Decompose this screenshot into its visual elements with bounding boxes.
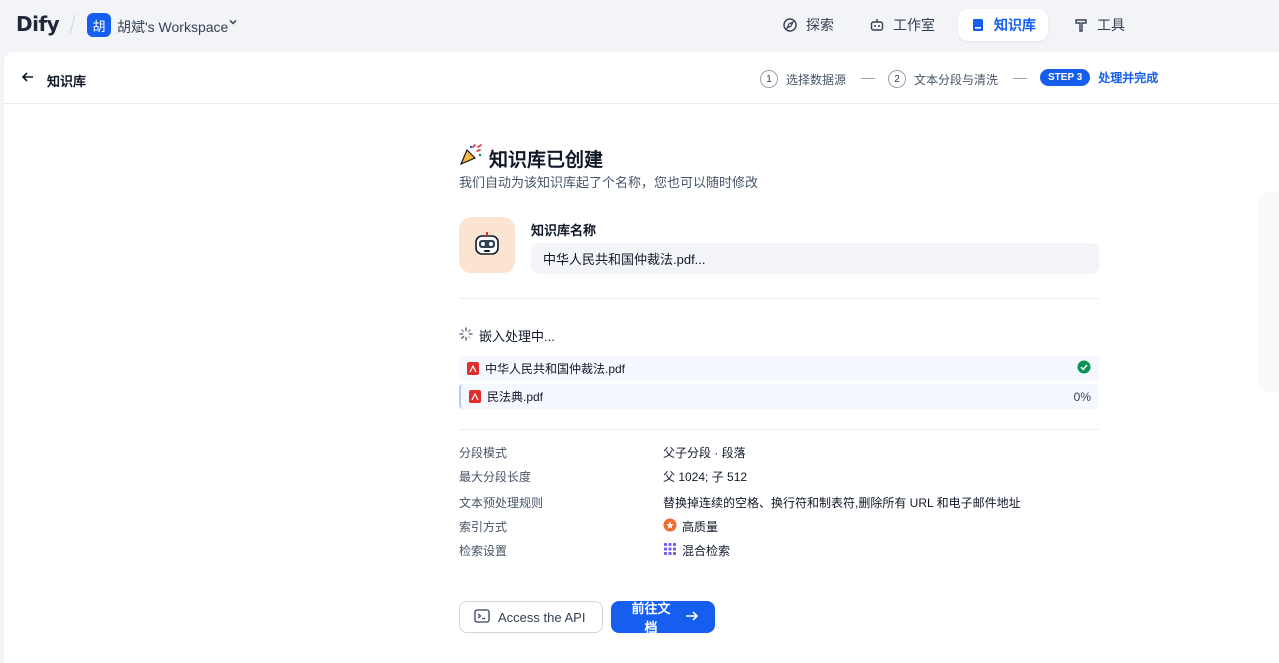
step-2: 2 文本分段与清洗 bbox=[888, 70, 998, 88]
meta-row: 最大分段长度 父 1024; 子 512 bbox=[459, 465, 1099, 489]
page-title[interactable]: 知识库 bbox=[47, 71, 86, 90]
knowledge-name-label: 知识库名称 bbox=[531, 223, 597, 238]
meta-key: 索引方式 bbox=[459, 520, 508, 534]
step-2-label: 文本分段与清洗 bbox=[914, 72, 999, 87]
dify-logo[interactable]: Dify bbox=[16, 12, 60, 36]
nav-knowledge-label: 知识库 bbox=[994, 17, 1036, 33]
meta-row: 索引方式 高质量 bbox=[459, 515, 1099, 539]
file-row[interactable]: 中华人民共和国仲裁法.pdf bbox=[459, 356, 1099, 381]
chevron-down-icon[interactable] bbox=[228, 17, 238, 30]
created-title-text: 知识库已创建 bbox=[489, 149, 604, 171]
embedding-status-text: 嵌入处理中... bbox=[479, 329, 555, 344]
meta-key: 最大分段长度 bbox=[459, 470, 532, 484]
nav-explore[interactable]: 探索 bbox=[770, 9, 846, 41]
meta-value: 高质量 bbox=[663, 518, 718, 535]
top-navbar: Dify 胡 胡斌's Workspace 探索 工作室 知识库 工具 bbox=[0, 0, 1279, 52]
index-mode-value: 高质量 bbox=[682, 520, 719, 534]
sub-header: 知识库 1 选择数据源 2 文本分段与清洗 STEP 3 处理并完成 bbox=[4, 52, 1279, 104]
knowledge-avatar[interactable] bbox=[459, 217, 515, 273]
arrow-right-icon bbox=[684, 609, 700, 626]
terminal-icon bbox=[474, 608, 490, 626]
meta-value: 混合检索 bbox=[663, 542, 730, 559]
meta-value: 父子分段 · 段落 bbox=[663, 446, 746, 460]
nav-tools[interactable]: 工具 bbox=[1061, 9, 1137, 41]
robot-avatar-icon bbox=[475, 232, 499, 255]
step-3-label: 处理并完成 bbox=[1098, 71, 1159, 85]
step-1: 1 选择数据源 bbox=[760, 70, 846, 88]
step-3-badge: STEP 3 bbox=[1040, 69, 1091, 86]
nav-explore-label: 探索 bbox=[806, 17, 834, 33]
nav-tools-label: 工具 bbox=[1097, 17, 1125, 33]
embedding-status: 嵌入处理中... bbox=[459, 326, 555, 345]
knowledge-name-input[interactable] bbox=[531, 243, 1099, 274]
file-name: 民法典.pdf bbox=[487, 390, 544, 404]
meta-key: 分段模式 bbox=[459, 446, 508, 460]
breadcrumb-divider bbox=[69, 14, 76, 34]
meta-value: 替换掉连续的空格、换行符和制表符,删除所有 URL 和电子邮件地址 bbox=[663, 496, 1021, 510]
access-api-button[interactable]: Access the API bbox=[459, 601, 603, 633]
hammer-icon bbox=[1073, 17, 1089, 33]
step-connector bbox=[861, 78, 875, 79]
divider bbox=[459, 298, 1099, 299]
file-progress: 0% bbox=[1073, 389, 1091, 404]
meta-row: 分段模式 父子分段 · 段落 bbox=[459, 441, 1099, 465]
check-circle-icon bbox=[1077, 360, 1091, 377]
step-1-number: 1 bbox=[760, 70, 778, 88]
party-popper-icon bbox=[459, 144, 483, 172]
right-side-drawer-handle[interactable] bbox=[1259, 192, 1279, 392]
book-icon bbox=[970, 17, 986, 33]
compass-icon bbox=[782, 17, 798, 33]
file-name: 中华人民共和国仲裁法.pdf bbox=[485, 362, 626, 376]
file-row[interactable]: 民法典.pdf 0% bbox=[459, 384, 1099, 409]
pdf-file-icon bbox=[469, 390, 481, 403]
go-to-documents-button[interactable]: 前往文档 bbox=[611, 601, 715, 635]
go-to-documents-label: 前往文档 bbox=[631, 601, 671, 635]
divider bbox=[459, 429, 1099, 430]
step-connector bbox=[1013, 78, 1027, 79]
main-panel: 知识库 1 选择数据源 2 文本分段与清洗 STEP 3 处理并完成 知识库已创… bbox=[4, 52, 1279, 663]
meta-row: 检索设置 混合检索 bbox=[459, 539, 1099, 563]
back-arrow-icon[interactable] bbox=[20, 69, 36, 85]
meta-key: 检索设置 bbox=[459, 544, 508, 558]
nav-studio-label: 工作室 bbox=[893, 17, 935, 33]
nav-studio[interactable]: 工作室 bbox=[857, 9, 947, 41]
access-api-label: Access the API bbox=[498, 609, 586, 625]
spinner-icon bbox=[459, 327, 473, 344]
robot-icon bbox=[869, 17, 885, 33]
meta-key: 文本预处理规则 bbox=[459, 496, 544, 510]
step-1-label: 选择数据源 bbox=[786, 72, 847, 87]
star-badge-icon bbox=[663, 518, 677, 535]
workspace-avatar[interactable]: 胡 bbox=[87, 13, 111, 37]
meta-row: 文本预处理规则 替换掉连续的空格、换行符和制表符,删除所有 URL 和电子邮件地… bbox=[459, 491, 1099, 515]
grid-icon bbox=[663, 542, 677, 559]
nav-knowledge[interactable]: 知识库 bbox=[958, 9, 1048, 41]
pdf-file-icon bbox=[467, 362, 479, 375]
created-title: 知识库已创建 bbox=[459, 144, 603, 172]
workspace-name[interactable]: 胡斌's Workspace bbox=[117, 17, 228, 37]
created-subtitle: 我们自动为该知识库起了个名称，您也可以随时修改 bbox=[459, 175, 759, 190]
step-2-number: 2 bbox=[888, 70, 906, 88]
retrieval-setting-value: 混合检索 bbox=[682, 544, 731, 558]
meta-value: 父 1024; 子 512 bbox=[663, 470, 748, 484]
step-3: STEP 3 处理并完成 bbox=[1040, 69, 1158, 86]
